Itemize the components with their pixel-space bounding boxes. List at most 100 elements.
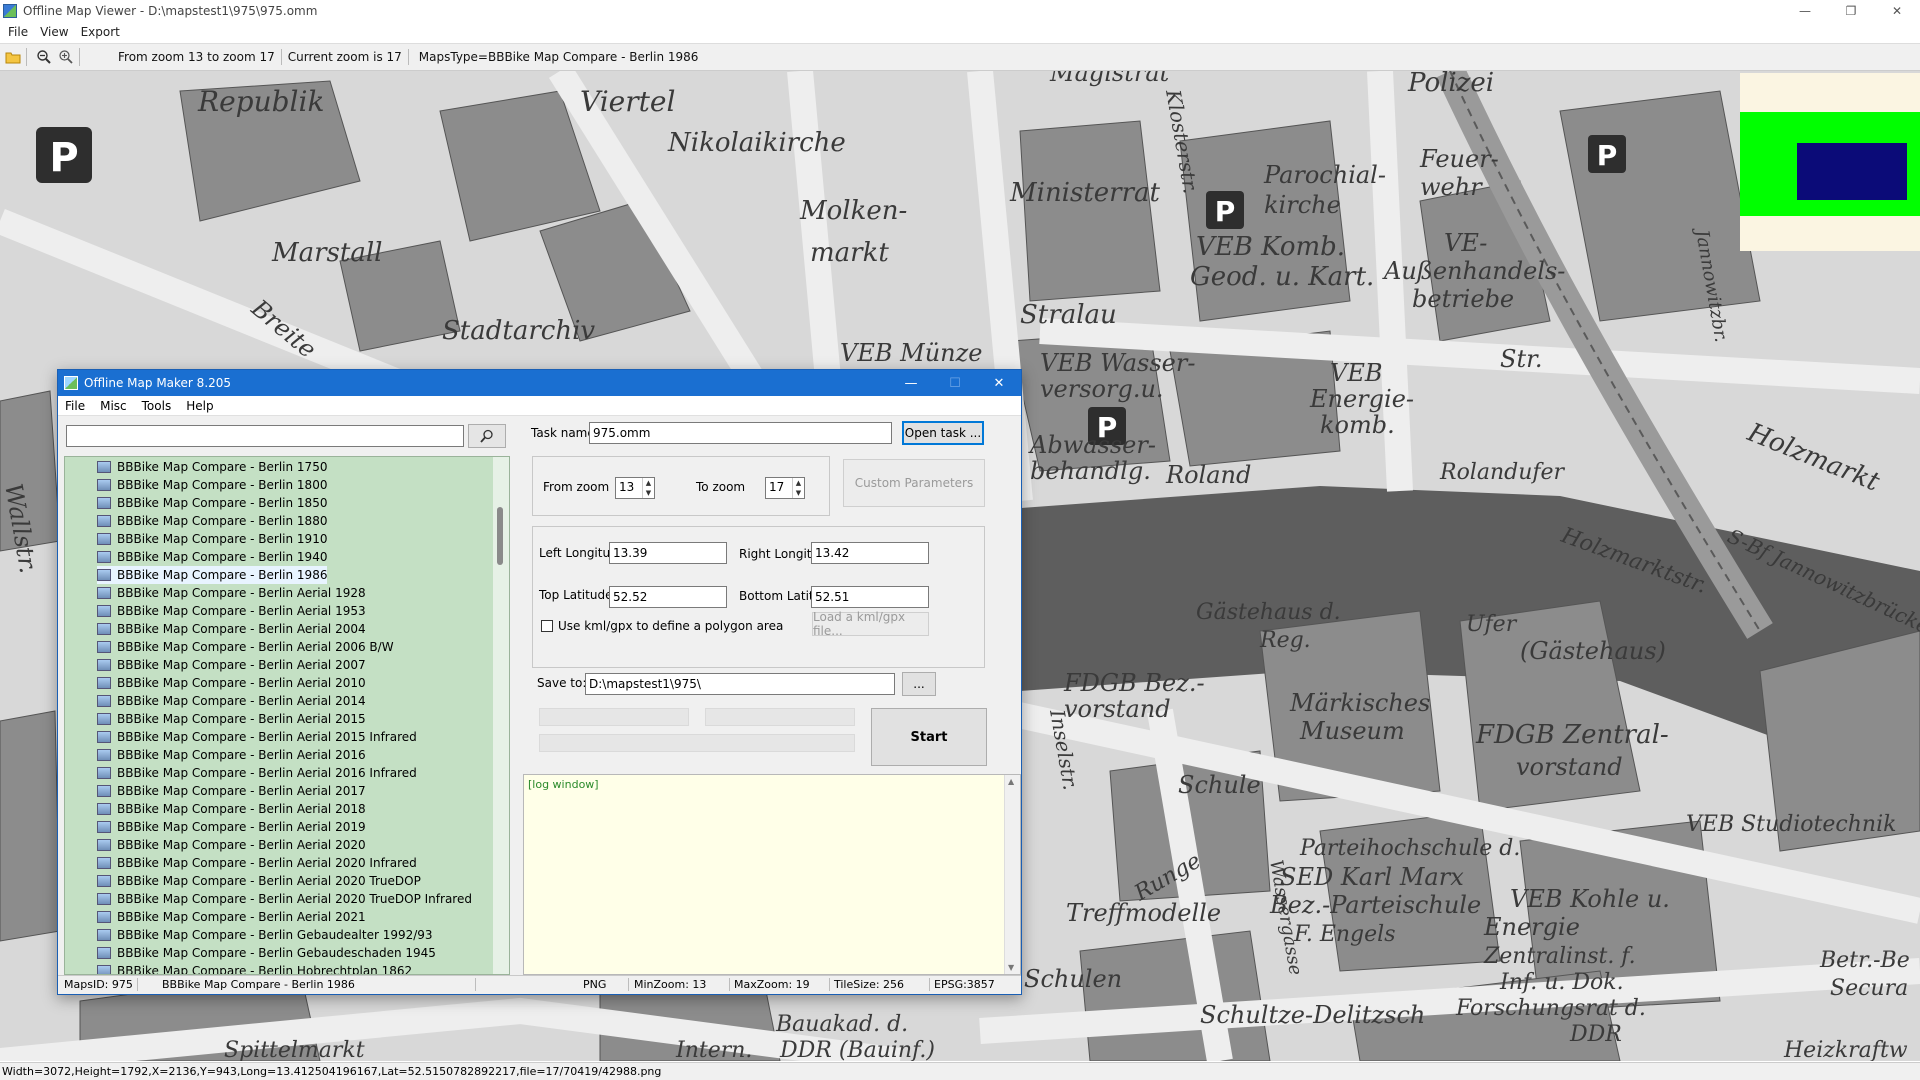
map-label: VEB bbox=[1330, 359, 1383, 387]
tree-item[interactable]: BBBike Map Compare - Berlin 1940 bbox=[97, 548, 327, 566]
minimize-button[interactable]: — bbox=[1782, 0, 1828, 22]
start-button[interactable]: Start bbox=[871, 708, 987, 766]
left-longitude-field[interactable] bbox=[609, 542, 727, 564]
from-zoom-stepper[interactable]: 13 ▲ ▼ bbox=[615, 477, 655, 499]
tree-item-label: BBBike Map Compare - Berlin Aerial 2020 bbox=[117, 838, 366, 852]
map-label: FDGB Zentral- bbox=[1475, 720, 1669, 750]
kml-checkbox[interactable] bbox=[541, 620, 553, 632]
top-latitude-field[interactable] bbox=[609, 586, 727, 608]
tree-item[interactable]: BBBike Map Compare - Berlin Aerial 2020 … bbox=[97, 890, 472, 908]
tree-item[interactable]: BBBike Map Compare - Berlin Aerial 2016 … bbox=[97, 764, 417, 782]
tree-item[interactable]: BBBike Map Compare - Berlin Aerial 2007 bbox=[97, 656, 366, 674]
zoom-in-icon[interactable] bbox=[57, 48, 75, 66]
tree-item[interactable]: BBBike Map Compare - Berlin Aerial 2021 bbox=[97, 908, 366, 926]
tree-scrollbar[interactable] bbox=[493, 457, 509, 974]
map-tile-icon bbox=[97, 785, 111, 797]
scroll-up-arrow-icon[interactable]: ▲ bbox=[1008, 777, 1014, 786]
tree-item[interactable]: BBBike Map Compare - Berlin Aerial 2014 bbox=[97, 692, 366, 710]
tree-item[interactable]: BBBike Map Compare - Berlin Hobrechtplan… bbox=[97, 962, 412, 974]
menu-export[interactable]: Export bbox=[81, 25, 120, 39]
tree-scrollbar-thumb[interactable] bbox=[497, 507, 503, 565]
tree-item[interactable]: BBBike Map Compare - Berlin Aerial 2015 … bbox=[97, 728, 417, 746]
tree-item-label: BBBike Map Compare - Berlin 1940 bbox=[117, 550, 328, 564]
log-scrollbar[interactable]: ▲ ▼ bbox=[1004, 775, 1020, 974]
tree-item[interactable]: BBBike Map Compare - Berlin Aerial 1953 bbox=[97, 602, 366, 620]
dialog-maximize-button[interactable]: ☐ bbox=[933, 370, 977, 396]
tree-item-label: BBBike Map Compare - Berlin Aerial 2020 … bbox=[117, 856, 417, 870]
open-folder-icon[interactable] bbox=[4, 48, 22, 66]
browse-button[interactable]: ... bbox=[902, 672, 936, 696]
tree-item[interactable]: BBBike Map Compare - Berlin Aerial 2017 bbox=[97, 782, 366, 800]
tree-item[interactable]: BBBike Map Compare - Berlin Aerial 2019 bbox=[97, 818, 366, 836]
load-kml-button[interactable]: Load a kml/gpx file... bbox=[812, 610, 929, 638]
overview-viewport[interactable] bbox=[1797, 143, 1907, 200]
map-tile-icon bbox=[97, 533, 111, 545]
dialog-menu-misc[interactable]: Misc bbox=[100, 399, 127, 413]
tree-item[interactable]: BBBike Map Compare - Berlin Aerial 2015 bbox=[97, 710, 366, 728]
dialog-menu-tools[interactable]: Tools bbox=[142, 399, 172, 413]
tree-item[interactable]: BBBike Map Compare - Berlin Gebaudealter… bbox=[97, 926, 433, 944]
map-label: VEB Kohle u. bbox=[1510, 885, 1670, 913]
restore-button[interactable]: ❐ bbox=[1828, 0, 1874, 22]
map-label: F. Engels bbox=[1293, 922, 1395, 947]
map-label: Schulen bbox=[1024, 965, 1122, 993]
dialog-menu-file[interactable]: File bbox=[65, 399, 85, 413]
tree-item[interactable]: BBBike Map Compare - Berlin 1880 bbox=[97, 512, 327, 530]
search-button[interactable] bbox=[468, 424, 506, 448]
tree-item[interactable]: BBBike Map Compare - Berlin Aerial 2018 bbox=[97, 800, 366, 818]
stepper-arrows[interactable]: ▲ ▼ bbox=[792, 478, 804, 498]
stepper-arrows[interactable]: ▲ ▼ bbox=[642, 478, 654, 498]
zoom-out-icon[interactable] bbox=[35, 48, 53, 66]
tree-item[interactable]: BBBike Map Compare - Berlin Gebaudeschad… bbox=[97, 944, 436, 962]
tree-item[interactable]: BBBike Map Compare - Berlin Aerial 1928 bbox=[97, 584, 366, 602]
dialog-close-button[interactable]: ✕ bbox=[977, 370, 1021, 396]
map-label: Feuer- bbox=[1419, 145, 1499, 173]
tree-item[interactable]: BBBike Map Compare - Berlin Aerial 2004 bbox=[97, 620, 366, 638]
map-label: Marstall bbox=[271, 238, 382, 268]
tree-item-label: BBBike Map Compare - Berlin Aerial 2020 … bbox=[117, 874, 421, 888]
save-to-field[interactable] bbox=[585, 673, 895, 695]
search-input[interactable] bbox=[66, 425, 464, 447]
overview-map[interactable] bbox=[1740, 73, 1920, 251]
map-label: Republik bbox=[197, 85, 324, 118]
scroll-down-arrow-icon[interactable]: ▼ bbox=[1008, 963, 1014, 972]
task-name-field[interactable] bbox=[589, 422, 892, 444]
log-window-label: [log window] bbox=[528, 778, 599, 791]
tree-item[interactable]: BBBike Map Compare - Berlin 1750 bbox=[97, 458, 327, 476]
tree-item[interactable]: BBBike Map Compare - Berlin Aerial 2020 … bbox=[97, 872, 421, 890]
tree-item[interactable]: BBBike Map Compare - Berlin Aerial 2006 … bbox=[97, 638, 394, 656]
tree-item[interactable]: BBBike Map Compare - Berlin Aerial 2010 bbox=[97, 674, 366, 692]
tree-item[interactable]: BBBike Map Compare - Berlin 1910 bbox=[97, 530, 327, 548]
map-label: VEB Komb. bbox=[1196, 232, 1345, 262]
close-button[interactable]: ✕ bbox=[1874, 0, 1920, 22]
dialog-menubar: File Misc Tools Help bbox=[58, 396, 1021, 416]
map-label: Reg. bbox=[1259, 628, 1311, 653]
map-label: (Gästehaus) bbox=[1520, 637, 1666, 665]
to-zoom-label: To zoom bbox=[696, 480, 746, 494]
log-window[interactable]: [log window] ▲ ▼ bbox=[523, 774, 1021, 975]
tree-item[interactable]: BBBike Map Compare - Berlin 1850 bbox=[97, 494, 327, 512]
map-tile-icon bbox=[97, 497, 111, 509]
menu-view[interactable]: View bbox=[40, 25, 68, 39]
map-label: SED Karl Marx bbox=[1280, 863, 1464, 891]
menu-file[interactable]: File bbox=[8, 25, 28, 39]
tree-item[interactable]: BBBike Map Compare - Berlin Aerial 2020 bbox=[97, 836, 366, 854]
open-task-button[interactable]: Open task ... bbox=[902, 421, 984, 445]
bottom-latitude-field[interactable] bbox=[811, 586, 929, 608]
tree-item[interactable]: BBBike Map Compare - Berlin Aerial 2016 bbox=[97, 746, 366, 764]
maps-tree[interactable]: BBBike Map Compare - Berlin 1750 BBBike M… bbox=[64, 456, 510, 975]
tree-item[interactable]: BBBike Map Compare - Berlin 1800 bbox=[97, 476, 327, 494]
dialog-minimize-button[interactable]: — bbox=[889, 370, 933, 396]
right-longitude-field[interactable] bbox=[811, 542, 929, 564]
dialog-app-icon bbox=[64, 376, 78, 390]
dialog-titlebar[interactable]: Offline Map Maker 8.205 — ☐ ✕ bbox=[58, 370, 1021, 396]
tree-item[interactable]: BBBike Map Compare - Berlin Aerial 2020 … bbox=[97, 854, 417, 872]
to-zoom-stepper[interactable]: 17 ▲ ▼ bbox=[765, 477, 805, 499]
custom-parameters-button[interactable]: Custom Parameters bbox=[843, 459, 985, 507]
tree-item[interactable]: BBBike Map Compare - Berlin 1986 bbox=[97, 566, 328, 584]
dialog-menu-help[interactable]: Help bbox=[186, 399, 213, 413]
map-label: vorstand bbox=[1064, 695, 1171, 723]
map-label: Molken- bbox=[799, 196, 907, 226]
progress-bar-2 bbox=[705, 708, 855, 726]
map-tile-icon bbox=[97, 875, 111, 887]
